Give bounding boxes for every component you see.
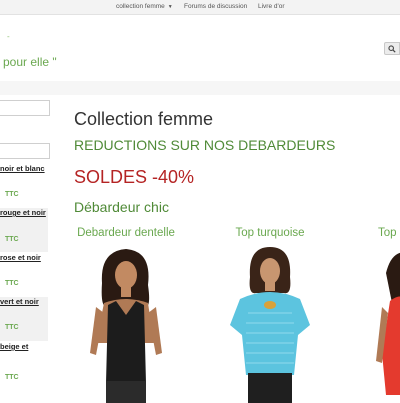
sidebar-product-price: TTC xyxy=(5,280,19,287)
product-title[interactable]: Top xyxy=(378,227,400,239)
product-image[interactable] xyxy=(210,243,330,403)
product-image[interactable] xyxy=(66,243,186,403)
nav-item-label: collection femme xyxy=(116,3,165,10)
sidebar-product-5[interactable]: beige et TTC xyxy=(0,342,52,392)
sidebar-product-1[interactable]: noir et blanc TTC xyxy=(0,164,52,208)
section-heading: Débardeur chic xyxy=(74,199,169,215)
sidebar-product-price: TTC xyxy=(5,374,19,381)
sidebar: noir et blanc TTC rouge et noir TTC rose… xyxy=(0,95,52,400)
site-tagline: pour elle " xyxy=(3,55,57,69)
product-title[interactable]: Top turquoise xyxy=(210,227,330,239)
sidebar-product-price: TTC xyxy=(5,236,19,243)
nav-item-label: Forums de discussion xyxy=(184,3,248,10)
sidebar-product-title[interactable]: rouge et noir xyxy=(0,208,50,218)
sidebar-product-price: TTC xyxy=(5,324,19,331)
sidebar-search-input[interactable] xyxy=(0,100,50,116)
sidebar-product-2[interactable]: rouge et noir TTC xyxy=(0,208,52,252)
nav-item-collection-femme[interactable]: collection femme ▼ xyxy=(116,3,173,10)
sidebar-product-price: TTC xyxy=(5,191,19,198)
product-card-top-turquoise[interactable]: Top turquoise xyxy=(210,227,330,403)
product-title[interactable]: Debardeur dentelle xyxy=(66,227,186,239)
chevron-down-icon: ▼ xyxy=(167,4,173,10)
nav-item-livre-dor[interactable]: Livre d'or xyxy=(258,3,285,10)
sidebar-product-title[interactable]: rose et noir xyxy=(0,253,50,263)
nav-item-label: Livre d'or xyxy=(258,3,285,10)
sale-heading: SOLDES -40% xyxy=(74,167,195,187)
product-card-debardeur-dentelle[interactable]: Debardeur dentelle xyxy=(66,227,186,403)
site-header: - pour elle " xyxy=(0,15,400,81)
sidebar-product-4[interactable]: vert et noir TTC xyxy=(0,297,52,341)
sidebar-product-title[interactable]: vert et noir xyxy=(0,297,50,307)
search-button[interactable] xyxy=(384,42,400,55)
product-card-top[interactable]: Top xyxy=(352,227,400,400)
sidebar-product-3[interactable]: rose et noir TTC xyxy=(0,253,52,295)
page-title: Collection femme xyxy=(74,109,214,129)
sidebar-product-title[interactable]: noir et blanc xyxy=(0,164,50,174)
sidebar-product-title[interactable]: beige et xyxy=(0,342,50,352)
main-content: Collection femme REDUCTIONS SUR NOS DEBA… xyxy=(52,95,400,403)
product-image[interactable] xyxy=(352,243,400,403)
header-separator xyxy=(0,81,400,95)
search-icon xyxy=(388,44,396,53)
sidebar-filter-input[interactable] xyxy=(0,143,50,159)
nav-item-forums[interactable]: Forums de discussion xyxy=(184,3,247,10)
top-navigation: collection femme ▼ Forums de discussion L… xyxy=(0,0,400,15)
promo-heading: REDUCTIONS SUR NOS DEBARDEURS xyxy=(74,137,336,153)
header-dash: - xyxy=(7,32,10,41)
